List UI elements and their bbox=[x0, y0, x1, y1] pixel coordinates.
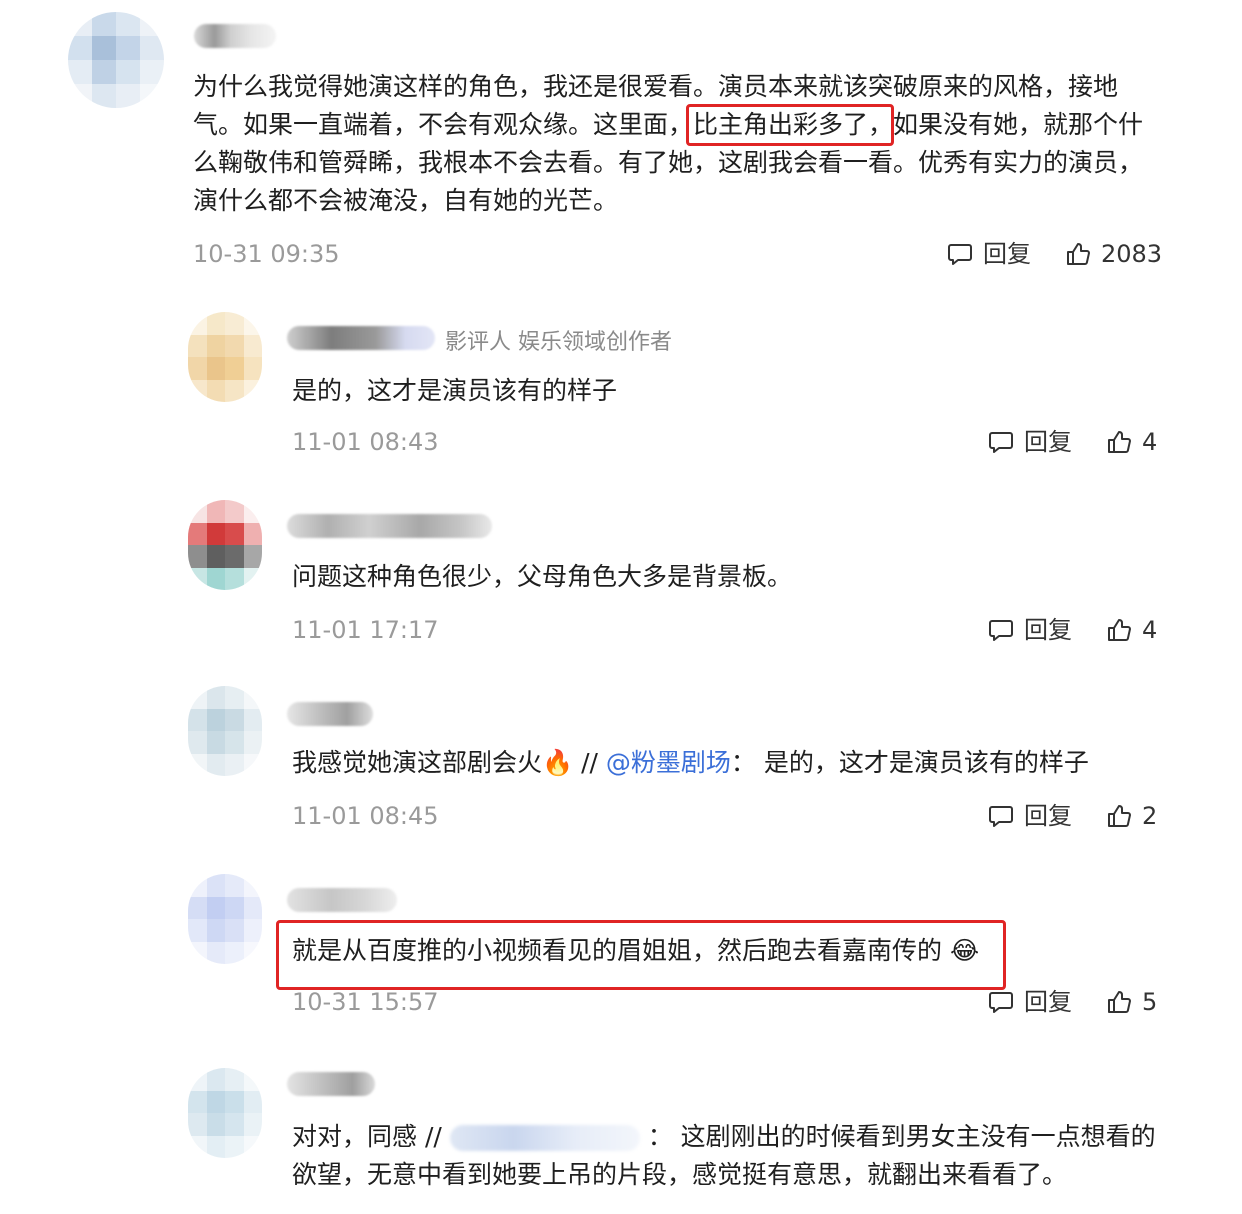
comment-time: 11-01 08:43 bbox=[292, 428, 439, 456]
reply-label: 回复 bbox=[983, 240, 1031, 268]
comment-time: 10-31 09:35 bbox=[193, 240, 340, 268]
reply-item: 影评人 娱乐领域创作者 是的，这才是演员该有的样子 11-01 08:43 回复… bbox=[0, 300, 1242, 480]
username[interactable] bbox=[287, 326, 435, 350]
quoted-text: ： 是的，这才是演员该有的样子 bbox=[730, 748, 1089, 777]
username[interactable] bbox=[287, 514, 492, 538]
comment-text-main: 对对，同感 // bbox=[292, 1122, 442, 1151]
thumbs-up-icon bbox=[1104, 615, 1134, 645]
comment-time: 11-01 17:17 bbox=[292, 616, 439, 644]
comment-text: 是的，这才是演员该有的样子 bbox=[292, 376, 618, 405]
reply-item: 问题这种角色很少，父母角色大多是背景板。 11-01 17:17 回复 4 bbox=[0, 488, 1242, 668]
like-count: 2 bbox=[1142, 802, 1158, 830]
username[interactable] bbox=[194, 24, 276, 48]
thumbs-up-icon bbox=[1104, 801, 1134, 831]
reply-item: 我感觉她演这部剧会火🔥 // @粉墨剧场： 是的，这才是演员该有的样子 11-0… bbox=[0, 674, 1242, 854]
reply-item: 就是从百度推的小视频看见的眉姐姐，然后跑去看嘉南传的 😂 10-31 15:57… bbox=[0, 862, 1242, 1042]
like-button[interactable]: 2 bbox=[1104, 798, 1157, 834]
comment-text: 对对，同感 // ： 这剧刚出的时候看到男女主没有一点想看的欲望，无意中看到她要… bbox=[292, 1118, 1158, 1194]
comment-text: 我感觉她演这部剧会火🔥 // @粉墨剧场： 是的，这才是演员该有的样子 bbox=[292, 744, 1158, 782]
comment-icon bbox=[986, 987, 1016, 1017]
user-mention[interactable]: @粉墨剧场 bbox=[606, 748, 731, 777]
like-button[interactable]: 5 bbox=[1104, 984, 1157, 1020]
comment-meta: 10-31 09:35 回复 2083 bbox=[193, 236, 1162, 272]
comment-icon bbox=[986, 615, 1016, 645]
reply-button[interactable]: 回复 bbox=[945, 236, 1031, 272]
reply-button[interactable]: 回复 bbox=[986, 424, 1072, 460]
reply-label: 回复 bbox=[1024, 428, 1072, 456]
username[interactable] bbox=[287, 1072, 375, 1096]
comment-meta: 10-31 15:57 回复 5 bbox=[292, 984, 1158, 1020]
thumbs-up-icon bbox=[1104, 987, 1134, 1017]
comment-item: 为什么我觉得她演这样的角色，我还是很爱看。演员本来就该突破原来的风格，接地气。如… bbox=[0, 0, 1242, 290]
comment-time: 10-31 15:57 bbox=[292, 988, 439, 1016]
reply-label: 回复 bbox=[1024, 616, 1072, 644]
comment-meta: 11-01 08:43 回复 4 bbox=[292, 424, 1158, 460]
like-count: 4 bbox=[1142, 428, 1158, 456]
like-button[interactable]: 2083 bbox=[1063, 236, 1162, 272]
comment-icon bbox=[986, 427, 1016, 457]
avatar[interactable] bbox=[188, 686, 262, 776]
thumbs-up-icon bbox=[1063, 239, 1093, 269]
comment-meta: 11-01 08:45 回复 2 bbox=[292, 798, 1158, 834]
highlight-box bbox=[686, 104, 894, 146]
avatar[interactable] bbox=[188, 500, 262, 590]
avatar[interactable] bbox=[188, 312, 262, 402]
comment-text: 就是从百度推的小视频看见的眉姐姐，然后跑去看嘉南传的 😂 bbox=[292, 936, 980, 965]
avatar[interactable] bbox=[188, 874, 262, 964]
user-tag: 影评人 娱乐领域创作者 bbox=[445, 330, 672, 355]
like-count: 5 bbox=[1142, 988, 1158, 1016]
reply-button[interactable]: 回复 bbox=[986, 798, 1072, 834]
reply-button[interactable]: 回复 bbox=[986, 612, 1072, 648]
comment-icon bbox=[945, 239, 975, 269]
like-count: 2083 bbox=[1101, 240, 1163, 268]
like-count: 4 bbox=[1142, 616, 1158, 644]
comment-icon bbox=[986, 801, 1016, 831]
comment-meta: 11-01 17:17 回复 4 bbox=[292, 612, 1158, 648]
username[interactable] bbox=[287, 888, 397, 912]
comment-text: 为什么我觉得她演这样的角色，我还是很爱看。演员本来就该突破原来的风格，接地气。如… bbox=[193, 72, 1144, 215]
reply-label: 回复 bbox=[1024, 802, 1072, 830]
comment-time: 11-01 08:45 bbox=[292, 802, 439, 830]
avatar[interactable] bbox=[68, 12, 164, 108]
comment-text-main: 我感觉她演这部剧会火🔥 // bbox=[292, 748, 606, 777]
avatar[interactable] bbox=[188, 1068, 262, 1158]
mention-blurred[interactable] bbox=[449, 1125, 640, 1151]
username[interactable] bbox=[287, 702, 373, 726]
like-button[interactable]: 4 bbox=[1104, 612, 1157, 648]
comment-text: 问题这种角色很少，父母角色大多是背景板。 bbox=[292, 562, 793, 591]
reply-item: 对对，同感 // ： 这剧刚出的时候看到男女主没有一点想看的欲望，无意中看到她要… bbox=[0, 1056, 1242, 1214]
reply-label: 回复 bbox=[1024, 988, 1072, 1016]
thumbs-up-icon bbox=[1104, 427, 1134, 457]
like-button[interactable]: 4 bbox=[1104, 424, 1157, 460]
reply-button[interactable]: 回复 bbox=[986, 984, 1072, 1020]
